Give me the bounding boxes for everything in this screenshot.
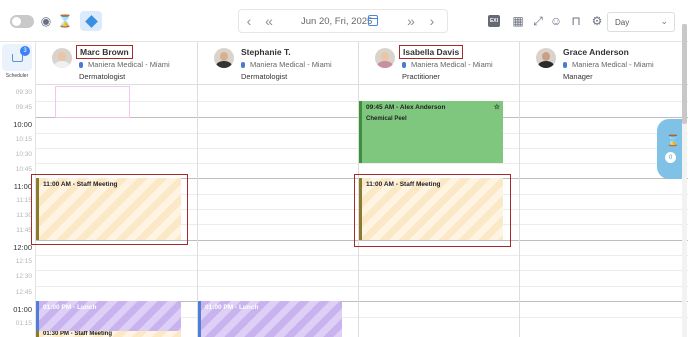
hourglass-icon[interactable]: ⌛ [56,12,74,30]
waitlist-side-tab[interactable]: ⌛ 0 [657,119,685,179]
export-icon[interactable]: EXI [488,15,500,27]
employee-header-marc[interactable]: Marc Brown Maniera Medical - Miami Derma… [36,42,198,84]
location-pin-icon [402,62,406,68]
scheduler-button[interactable]: 3 [2,44,32,71]
gear-icon[interactable]: ⚙ [588,12,606,30]
time-label-hour: 01:00 [13,305,32,314]
grid-line [36,84,688,85]
event-lunch[interactable]: 01:00 PM - Lunch [198,301,342,337]
prev-week-button[interactable]: « [261,12,277,30]
employee-location: Maniera Medical - Miami [79,60,170,69]
avatar [536,48,556,68]
time-label: 10:15 [15,136,32,143]
location-pin-icon [241,62,245,68]
ghost-selection [55,86,130,118]
time-label: 12:45 [15,289,32,296]
employee-name: Stephanie T. [241,47,291,57]
grid-line [36,163,688,164]
event-staff-meeting[interactable]: 01:30 PM - Staff Meeting [36,331,181,337]
lock-icon[interactable]: ⊓ [567,12,585,30]
employee-role: Dermatologist [79,72,126,81]
event-title: 01:00 PM - Lunch [205,304,259,311]
employee-location: Maniera Medical - Miami [563,60,654,69]
column-divider [197,42,198,337]
calendar-icon[interactable] [368,15,378,26]
view-select-value: Day [615,18,630,27]
time-label: 10:30 [15,151,32,158]
employee-role: Dermatologist [241,72,288,81]
next-day-button[interactable]: › [424,12,440,30]
employee-role: Manager [563,72,593,81]
grid-line [36,286,688,287]
star-icon[interactable]: ☆ [494,103,500,111]
view-toggle[interactable] [10,15,34,28]
time-label: 01:15 [15,320,32,327]
time-label-hour: 12:00 [13,243,32,252]
waitlist-count: 0 [665,152,676,163]
calendar-grid-icon[interactable]: ▦ [509,12,527,30]
top-toolbar: ◉ ⌛ ‹ « Jun 20, Fri, 2025 » › EXI ▦ ⤢ ☺ … [0,0,688,42]
employee-role: Practitioner [402,72,440,81]
diamond-button[interactable] [80,11,102,31]
time-label: 11:45 [16,227,32,234]
prev-day-button[interactable]: ‹ [241,12,257,30]
time-label: 12:15 [15,258,32,265]
time-label: 09:30 [15,89,32,96]
hourglass-icon: ⌛ [666,135,680,147]
time-label: 11:30 [16,212,32,219]
chevron-down-icon: ⌄ [660,16,668,26]
time-label-hour: 11:00 [13,182,32,191]
appointment-alex-anderson[interactable]: 09:45 AM - Alex Anderson Chemical Peel ☆ [359,101,503,163]
column-divider [519,42,520,337]
current-date[interactable]: Jun 20, Fri, 2025 [301,16,372,27]
view-select[interactable]: Day ⌄ [607,12,675,32]
employee-name: Isabella Davis [399,45,464,59]
employee-name: Grace Anderson [563,47,629,57]
avatar [375,48,395,68]
event-title: 01:00 PM - Lunch [43,304,97,311]
time-label: 12:30 [15,273,32,280]
event-title: 01:30 PM - Staff Meeting [43,331,113,337]
employee-header-stephanie[interactable]: Stephanie T. Maniera Medical - Miami Der… [198,42,359,84]
location-pin-icon [79,62,83,68]
diamond-icon [84,14,98,28]
scrollbar-thumb[interactable] [682,24,687,124]
grid-line [36,270,688,271]
time-label: 11:15 [16,197,32,204]
employee-location: Maniera Medical - Miami [402,60,493,69]
scheduler-label: Scheduler [5,73,29,79]
scheduler-badge: 3 [20,46,30,56]
time-label: 10:45 [15,166,32,173]
next-week-button[interactable]: » [403,12,419,30]
expand-icon[interactable]: ⤢ [529,12,547,30]
avatar [214,48,234,68]
appointment-title: 09:45 AM - Alex Anderson [366,104,446,111]
grid-line [36,255,688,256]
employee-header-isabella[interactable]: Isabella Davis Maniera Medical - Miami P… [359,42,520,84]
appointment-service: Chemical Peel [366,116,407,122]
toggle-knob [12,17,21,26]
highlight-box [354,174,511,247]
avatar [52,48,72,68]
employee-header-grace[interactable]: Grace Anderson Maniera Medical - Miami M… [520,42,682,84]
highlight-box [31,174,188,245]
time-label: 09:45 [15,104,32,111]
employee-location: Maniera Medical - Miami [241,60,332,69]
smiley-icon[interactable]: ☺ [547,12,565,30]
employee-name: Marc Brown [76,45,133,59]
eye-icon[interactable]: ◉ [37,12,55,30]
time-label-hour: 10:00 [13,120,32,129]
vertical-scrollbar[interactable] [682,24,687,337]
location-pin-icon [563,62,567,68]
